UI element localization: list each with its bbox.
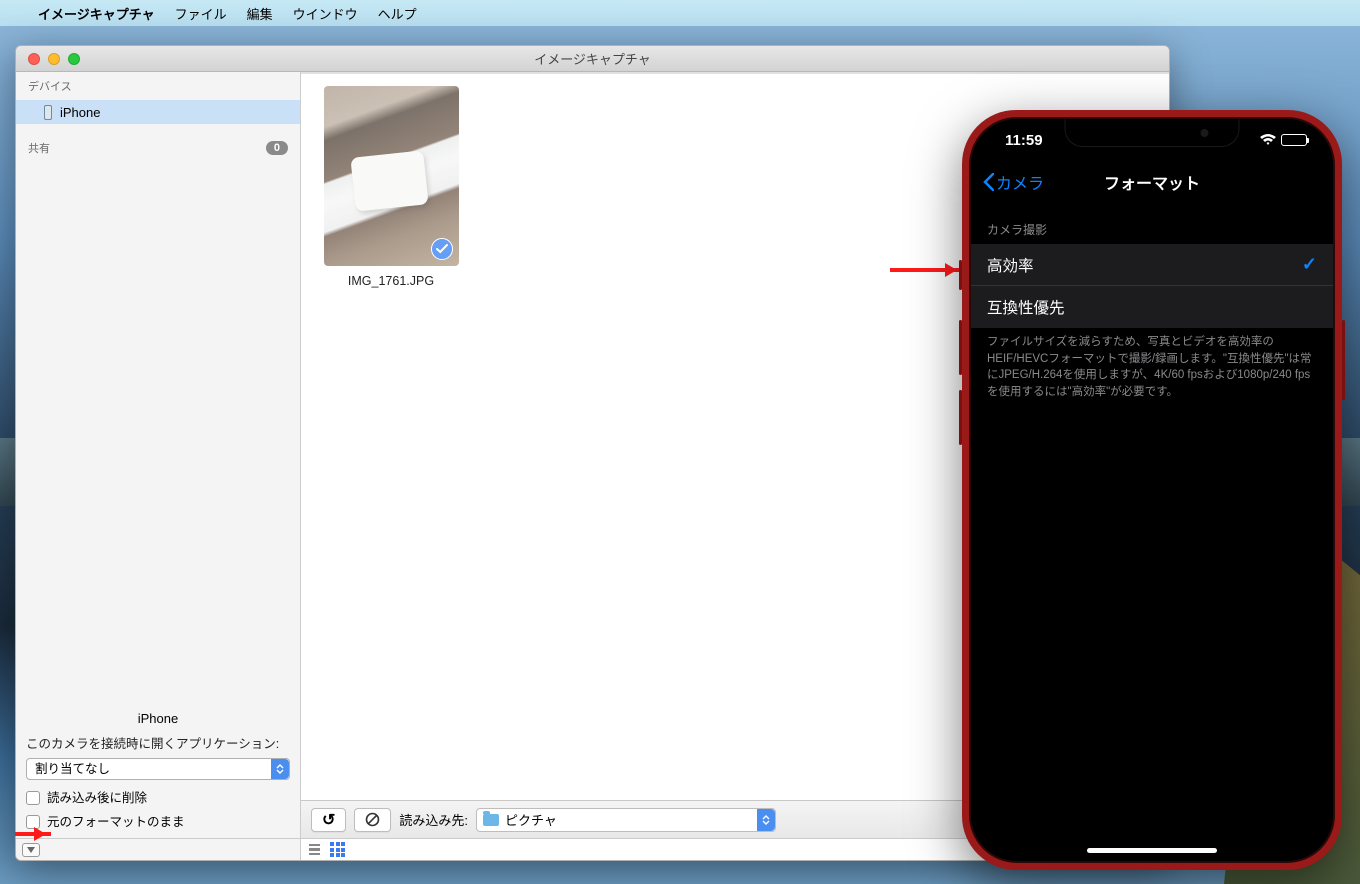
open-with-prompt: このカメラを接続時に開くアプリケーション: [26,734,290,754]
sidebar-item-label: iPhone [60,105,100,120]
section-header: カメラ撮影 [971,203,1333,244]
sidebar-footer [16,838,300,860]
menubar-edit[interactable]: 編集 [247,4,273,23]
grid-view-button[interactable] [330,842,345,857]
annotation-arrow [15,832,51,836]
zoom-button[interactable] [68,53,80,65]
select-arrows-icon [757,809,775,831]
checkmark-icon: ✓ [1302,254,1317,275]
option-most-compatible[interactable]: 互換性優先 [971,286,1333,328]
prohibit-button[interactable] [354,808,391,832]
open-with-select[interactable]: 割り当てなし [26,758,290,780]
device-name-label: iPhone [26,709,290,730]
image-item[interactable]: IMG_1761.JPG [321,86,461,288]
sidebar-item-iphone[interactable]: iPhone [16,100,300,124]
home-indicator[interactable] [1087,848,1217,853]
sidebar-section-shared: 共有 0 [16,134,300,162]
iphone-navbar: カメラ フォーマット [971,161,1333,203]
checkbox-keep-original-format[interactable]: 元のフォーマットのまま [26,810,290,834]
close-button[interactable] [28,53,40,65]
rotate-button[interactable]: ↺ [311,808,346,832]
settings-footer-text: ファイルサイズを減らすため、写真とビデオを高効率のHEIF/HEVCフォーマット… [971,328,1333,407]
menubar-window[interactable]: ウインドウ [293,4,358,23]
back-button[interactable]: カメラ [983,170,1044,194]
checkbox-icon [26,791,40,805]
shared-count-badge: 0 [266,141,288,155]
battery-icon [1281,134,1307,146]
destination-select[interactable]: ピクチャ [476,808,776,832]
menubar-help[interactable]: ヘルプ [378,4,417,23]
destination-label: 読み込み先: [399,810,468,829]
iphone-notch [1065,119,1240,147]
sidebar-toggle-button[interactable] [22,843,40,857]
sidebar: デバイス iPhone 共有 0 iPhone このカメラを接続時に開くアプリケ… [16,72,301,860]
menubar-app-name[interactable]: イメージキャプチャ [38,4,155,23]
chevron-left-icon [983,173,994,191]
selected-check-icon [431,238,453,260]
window-title: イメージキャプチャ [16,49,1169,68]
iphone-screen: 11:59 カメラ フォーマット カメラ撮影 高効率 ✓ 互換性優先 ファイルサ… [969,117,1335,863]
sidebar-section-devices: デバイス [16,72,300,100]
menubar-file[interactable]: ファイル [175,4,227,23]
select-arrows-icon [271,759,289,779]
image-thumbnail[interactable] [324,86,459,266]
sidebar-options: iPhone このカメラを接続時に開くアプリケーション: 割り当てなし 読み込み… [16,703,300,838]
titlebar[interactable]: イメージキャプチャ [16,46,1169,72]
menubar: イメージキャプチャ ファイル 編集 ウインドウ ヘルプ [0,0,1360,26]
image-filename: IMG_1761.JPG [348,274,434,288]
list-view-button[interactable] [309,844,320,855]
option-high-efficiency[interactable]: 高効率 ✓ [971,244,1333,286]
iphone-device-icon [44,105,52,120]
status-time: 11:59 [1005,132,1043,149]
folder-icon [483,814,499,826]
annotation-arrow [890,268,962,272]
checkbox-delete-after-import[interactable]: 読み込み後に削除 [26,786,290,810]
minimize-button[interactable] [48,53,60,65]
wifi-icon [1260,134,1276,146]
iphone-mockup: 11:59 カメラ フォーマット カメラ撮影 高効率 ✓ 互換性優先 ファイルサ… [962,110,1342,870]
